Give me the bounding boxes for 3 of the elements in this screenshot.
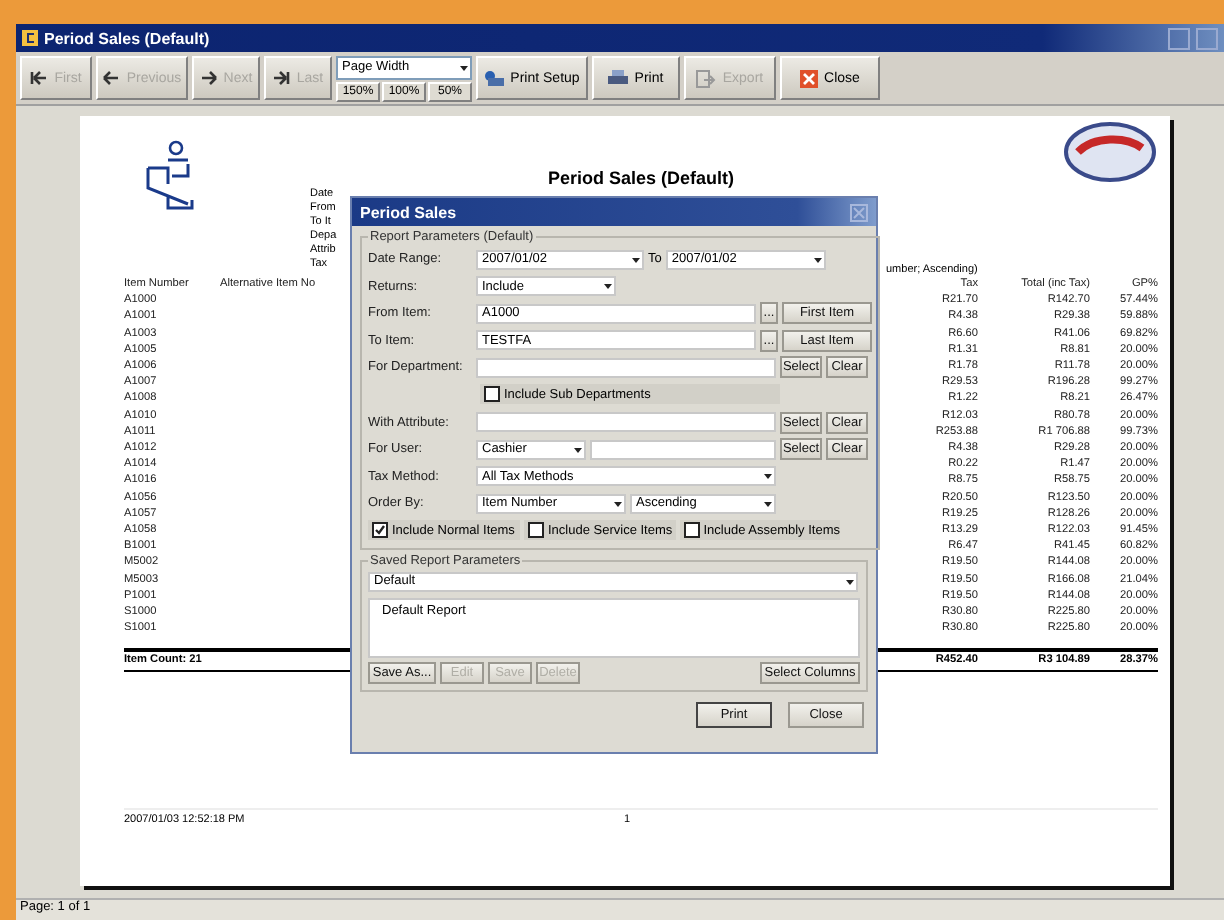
dialog-title: Period Sales	[360, 203, 457, 221]
report-title: Period Sales (Default)	[545, 168, 737, 188]
window-title: Period Sales (Default)	[44, 29, 212, 47]
